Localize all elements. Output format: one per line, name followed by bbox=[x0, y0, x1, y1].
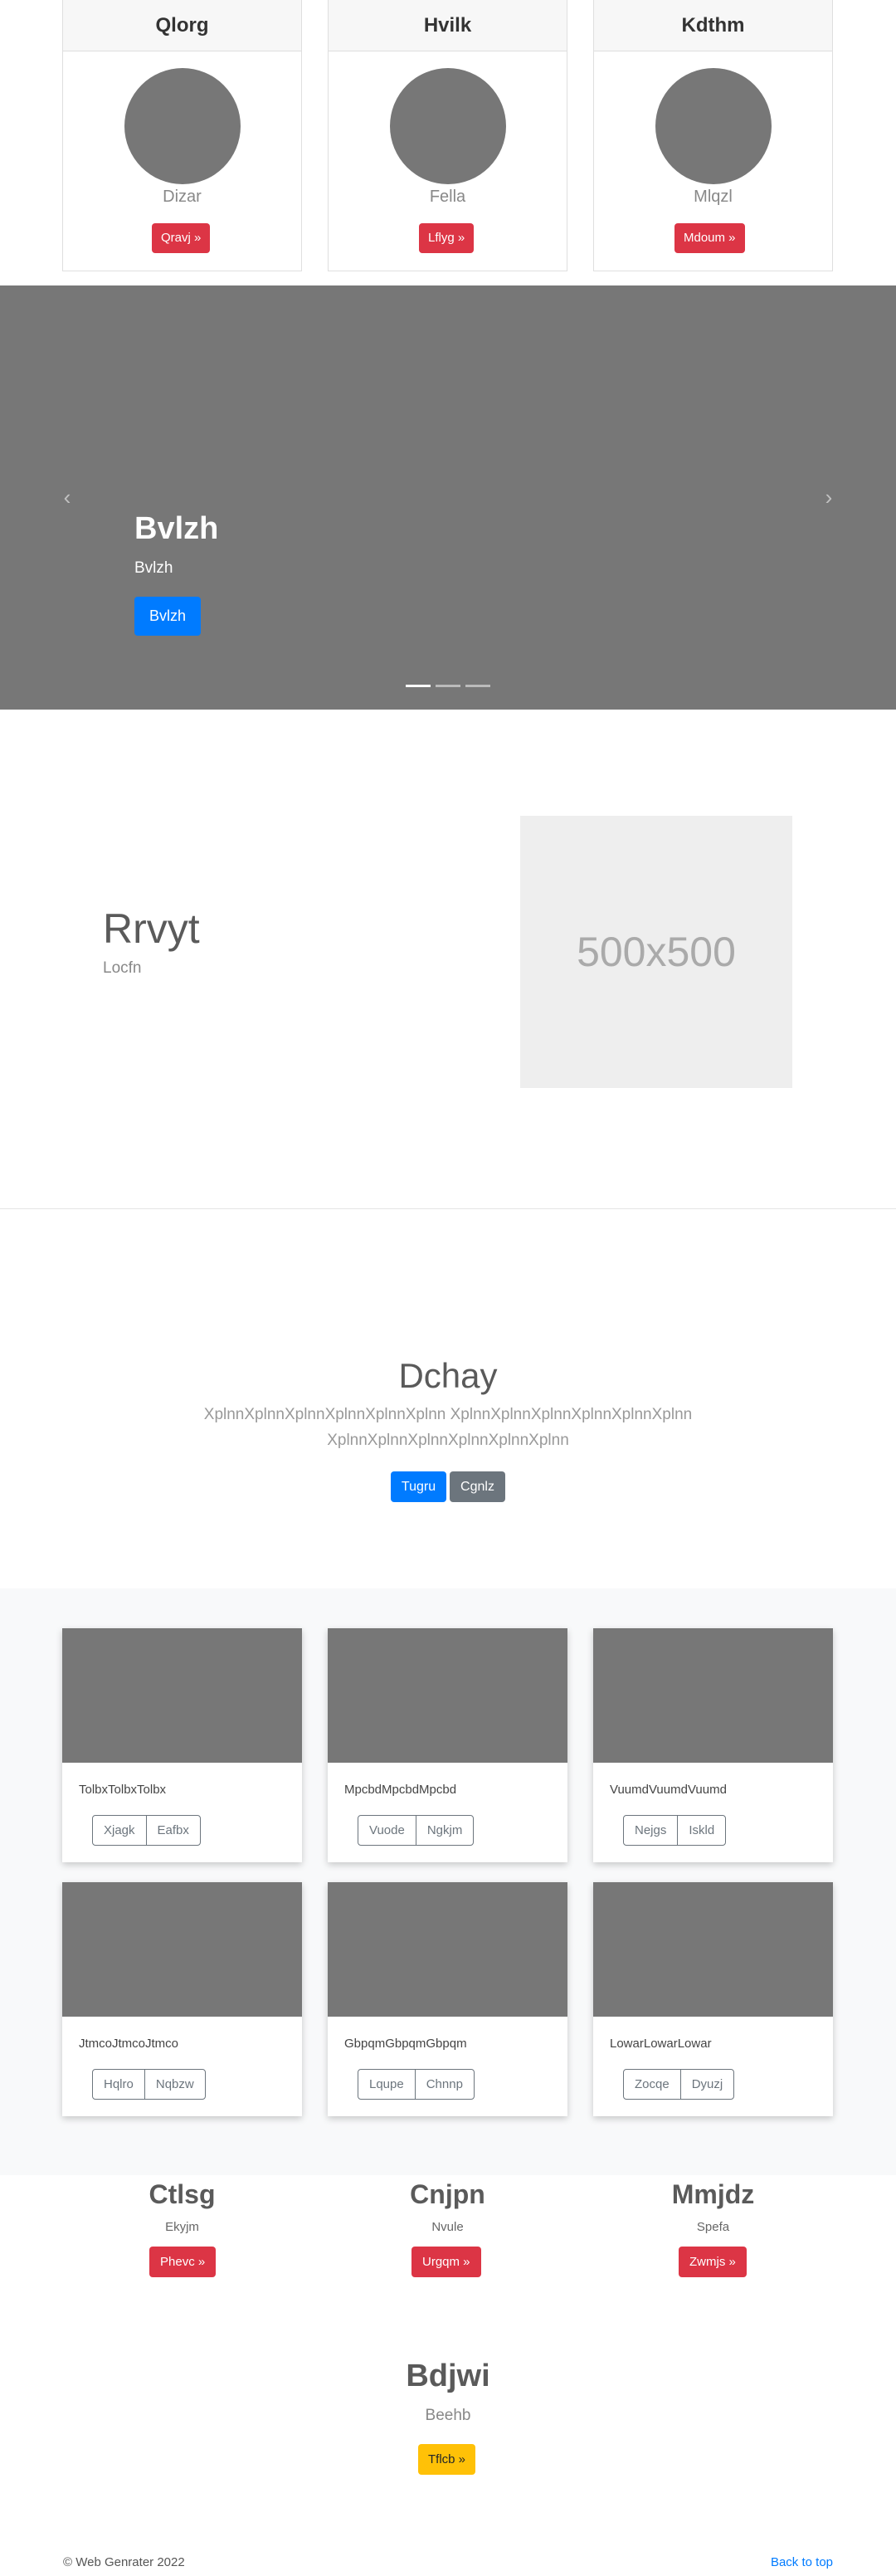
card-text: VuumdVuumdVuumd bbox=[610, 1783, 727, 1797]
marketing-text: Spefa bbox=[696, 2220, 730, 2234]
card-button-2[interactable]: Eafbx bbox=[145, 1815, 201, 1846]
feature-heading: Rrvyt bbox=[103, 905, 200, 952]
marketing-heading: Cnjpn bbox=[410, 2179, 485, 2209]
card-image-placeholder bbox=[62, 1882, 302, 2017]
card-button-group: Hqlro Nqbzw bbox=[92, 2069, 206, 2100]
album-card: VuumdVuumdVuumd Nejgs Iskld bbox=[593, 1628, 833, 1862]
card-button-2[interactable]: Ngkjm bbox=[415, 1815, 475, 1846]
marketing-text: Nvule bbox=[431, 2220, 464, 2234]
pricing-card-name: Fella bbox=[429, 188, 466, 206]
card-text: GbpqmGbpqmGbpqm bbox=[344, 2037, 467, 2051]
carousel-caption-title: Bvlzh bbox=[134, 511, 219, 546]
back-to-top-link[interactable]: Back to top bbox=[771, 2555, 833, 2569]
marketing-button-1[interactable]: Phevc » bbox=[149, 2247, 217, 2277]
chevron-right-icon[interactable]: › bbox=[816, 485, 841, 510]
album-card: MpcbdMpcbdMpcbd Vuode Ngkjm bbox=[328, 1628, 567, 1862]
secondary-button[interactable]: Cgnlz bbox=[450, 1471, 505, 1502]
avatar-placeholder bbox=[655, 68, 772, 184]
card-button-1[interactable]: Vuode bbox=[358, 1815, 416, 1846]
card-image-placeholder bbox=[328, 1882, 567, 2017]
card-button-2[interactable]: Nqbzw bbox=[144, 2069, 206, 2100]
card-image-placeholder bbox=[593, 1628, 833, 1763]
carousel: ‹ › Bvlzh Bvlzh Bvlzh bbox=[0, 285, 896, 710]
card-button-group: Nejgs Iskld bbox=[623, 1815, 727, 1846]
jumbotron-lead: XplnnXplnnXplnnXplnnXplnnXplnn XplnnXpln… bbox=[203, 1406, 693, 1449]
card-button-1[interactable]: Hqlro bbox=[92, 2069, 145, 2100]
carousel-indicator-2[interactable] bbox=[436, 685, 460, 687]
carousel-indicator-1[interactable] bbox=[406, 685, 431, 687]
marketing-column-2: Cnjpn Nvule bbox=[328, 2174, 567, 2234]
pricing-card-title: Hvilk bbox=[329, 0, 567, 51]
card-image-placeholder bbox=[593, 1882, 833, 2017]
card-button-1[interactable]: Lqupe bbox=[358, 2069, 416, 2100]
jumbotron-heading: Dchay bbox=[398, 1356, 498, 1395]
album-section: TolbxTolbxTolbx Xjagk Eafbx MpcbdMpcbdMp… bbox=[0, 1588, 896, 2175]
pricing-card-name: Dizar bbox=[163, 188, 202, 206]
card-button-1[interactable]: Nejgs bbox=[623, 1815, 679, 1846]
cta-button[interactable]: Tflcb » bbox=[418, 2444, 476, 2475]
pricing-card-3: Kdthm Mlqzl Mdoum » bbox=[593, 0, 833, 271]
card-button-1[interactable]: Zocqe bbox=[623, 2069, 681, 2100]
card-button-2[interactable]: Iskld bbox=[677, 1815, 727, 1846]
card-button-group: Zocqe Dyuzj bbox=[623, 2069, 735, 2100]
carousel-caption-button[interactable]: Bvlzh bbox=[134, 597, 201, 636]
footer-copyright: © Web Genrater 2022 bbox=[63, 2555, 185, 2569]
card-button-2[interactable]: Chnnp bbox=[414, 2069, 475, 2100]
primary-button[interactable]: Tugru bbox=[391, 1471, 446, 1502]
card-text: JtmcoJtmcoJtmco bbox=[79, 2037, 179, 2051]
album-card: TolbxTolbxTolbx Xjagk Eafbx bbox=[62, 1628, 302, 1862]
pricing-card-2: Hvilk Fella Lflyg » bbox=[328, 0, 567, 271]
carousel-indicator-3[interactable] bbox=[465, 685, 490, 687]
marketing-column-3: Mmjdz Spefa bbox=[593, 2174, 833, 2234]
album-card: LowarLowarLowar Zocqe Dyuzj bbox=[593, 1882, 833, 2116]
divider bbox=[0, 1208, 896, 1209]
card-button-2[interactable]: Dyuzj bbox=[679, 2069, 735, 2100]
marketing-heading: Ctlsg bbox=[149, 2179, 216, 2209]
pricing-card-title: Qlorg bbox=[63, 0, 301, 51]
album-card: JtmcoJtmcoJtmco Hqlro Nqbzw bbox=[62, 1882, 302, 2116]
feature-subheading: Locfn bbox=[103, 959, 142, 977]
card-button-group: Vuode Ngkjm bbox=[358, 1815, 475, 1846]
card-text: LowarLowarLowar bbox=[610, 2037, 712, 2051]
pricing-card-name: Mlqzl bbox=[694, 188, 733, 206]
marketing-button-2[interactable]: Urgqm » bbox=[411, 2247, 481, 2277]
avatar-placeholder bbox=[390, 68, 506, 184]
card-text: MpcbdMpcbdMpcbd bbox=[344, 1783, 457, 1797]
card-image-placeholder bbox=[328, 1628, 567, 1763]
card-button-group: Xjagk Eafbx bbox=[92, 1815, 201, 1846]
card-button-group: Lqupe Chnnp bbox=[358, 2069, 475, 2100]
pricing-card-button[interactable]: Lflyg » bbox=[419, 223, 475, 253]
avatar-placeholder bbox=[124, 68, 241, 184]
marketing-heading: Mmjdz bbox=[671, 2179, 755, 2209]
marketing-button-3[interactable]: Zwmjs » bbox=[679, 2247, 747, 2277]
marketing-column-1: Ctlsg Ekyjm bbox=[62, 2174, 302, 2234]
chevron-left-icon[interactable]: ‹ bbox=[55, 485, 80, 510]
cta-subheading: Beehb bbox=[425, 2407, 471, 2424]
card-button-1[interactable]: Xjagk bbox=[92, 1815, 147, 1846]
card-text: TolbxTolbxTolbx bbox=[79, 1783, 167, 1797]
marketing-text: Ekyjm bbox=[165, 2220, 199, 2234]
pricing-card-button[interactable]: Qravj » bbox=[152, 223, 211, 253]
pricing-card-title: Kdthm bbox=[594, 0, 832, 51]
carousel-caption-text: Bvlzh bbox=[134, 559, 173, 577]
feature-image-placeholder: 500x500 bbox=[520, 816, 792, 1088]
card-image-placeholder bbox=[62, 1628, 302, 1763]
album-card: GbpqmGbpqmGbpqm Lqupe Chnnp bbox=[328, 1882, 567, 2116]
cta-heading: Bdjwi bbox=[406, 2359, 490, 2393]
pricing-card-1: Qlorg Dizar Qravj » bbox=[62, 0, 302, 271]
pricing-card-button[interactable]: Mdoum » bbox=[674, 223, 745, 253]
